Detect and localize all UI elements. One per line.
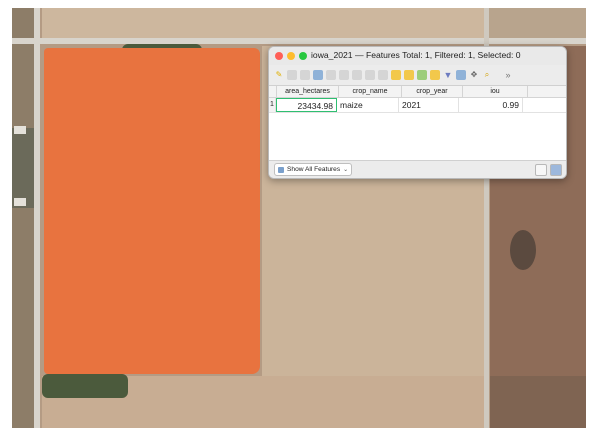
deselect-icon[interactable] [430, 70, 440, 80]
attribute-table-window[interactable]: iowa_2021 — Features Total: 1, Filtered:… [268, 46, 567, 179]
row-number-header [269, 86, 277, 97]
invert-selection-icon[interactable] [417, 70, 427, 80]
minimize-window-button[interactable] [287, 52, 295, 60]
wet-spot [510, 230, 536, 270]
filter-icon[interactable]: ▼ [443, 70, 453, 80]
select-all-icon[interactable] [404, 70, 414, 80]
row-number[interactable]: 1 [269, 98, 276, 112]
column-header[interactable]: crop_name [339, 86, 402, 97]
field-parcel [490, 376, 586, 428]
table-row[interactable]: 1 23434.98 maize 2021 0.99 [269, 98, 566, 113]
attribute-table: area_hectares crop_name crop_year iou 1 … [269, 86, 566, 161]
zoom-window-button[interactable] [299, 52, 307, 60]
cut-icon[interactable] [352, 70, 362, 80]
farm-building [14, 126, 26, 134]
maize-field-polygon[interactable] [44, 48, 260, 374]
farmstead-trees [42, 374, 128, 398]
table-header: area_hectares crop_name crop_year iou [269, 86, 566, 98]
column-header[interactable]: iou [463, 86, 528, 97]
delete-icon[interactable] [339, 70, 349, 80]
move-selection-icon[interactable] [456, 70, 466, 80]
crop-year-cell[interactable]: 2021 [399, 98, 459, 112]
column-header[interactable]: area_hectares [277, 86, 339, 97]
attribute-toolbar: ✎ ▼ ✥ ⌕ » [269, 65, 566, 86]
crop-name-cell[interactable]: maize [337, 98, 399, 112]
show-all-features-label: Show All Features [287, 166, 341, 173]
view-switcher [535, 163, 562, 176]
road [34, 8, 40, 428]
select-expression-icon[interactable] [391, 70, 401, 80]
window-controls [275, 52, 307, 60]
form-view-icon[interactable] [535, 163, 547, 176]
field-parcel [42, 8, 484, 38]
table-icon [278, 166, 284, 173]
table-view-icon[interactable] [550, 163, 562, 176]
table-bottom-bar: Show All Features ⌄ [269, 161, 566, 178]
multi-edit-icon[interactable] [300, 70, 310, 80]
add-feature-icon[interactable] [326, 70, 336, 80]
more-icon[interactable]: » [503, 70, 513, 80]
road [12, 38, 586, 44]
farm-building [14, 198, 26, 206]
window-title: iowa_2021 — Features Total: 1, Filtered:… [311, 50, 521, 60]
field-parcel [12, 128, 34, 208]
save-icon[interactable] [287, 70, 297, 80]
zoom-icon[interactable]: ⌕ [482, 70, 492, 80]
paste-icon[interactable] [378, 70, 388, 80]
iou-cell[interactable]: 0.99 [459, 98, 523, 112]
field-parcel [12, 8, 34, 428]
close-window-button[interactable] [275, 52, 283, 60]
column-header[interactable]: crop_year [402, 86, 463, 97]
window-titlebar[interactable]: iowa_2021 — Features Total: 1, Filtered:… [269, 47, 566, 65]
pan-icon[interactable]: ✥ [469, 70, 479, 80]
copy-icon[interactable] [365, 70, 375, 80]
area-hectares-cell[interactable]: 23434.98 [276, 98, 337, 112]
field-parcel [484, 8, 586, 38]
chevron-down-icon: ⌄ [343, 167, 349, 173]
pencil-icon[interactable]: ✎ [274, 70, 284, 80]
reload-icon[interactable] [313, 70, 323, 80]
show-all-features-button[interactable]: Show All Features ⌄ [274, 163, 353, 176]
